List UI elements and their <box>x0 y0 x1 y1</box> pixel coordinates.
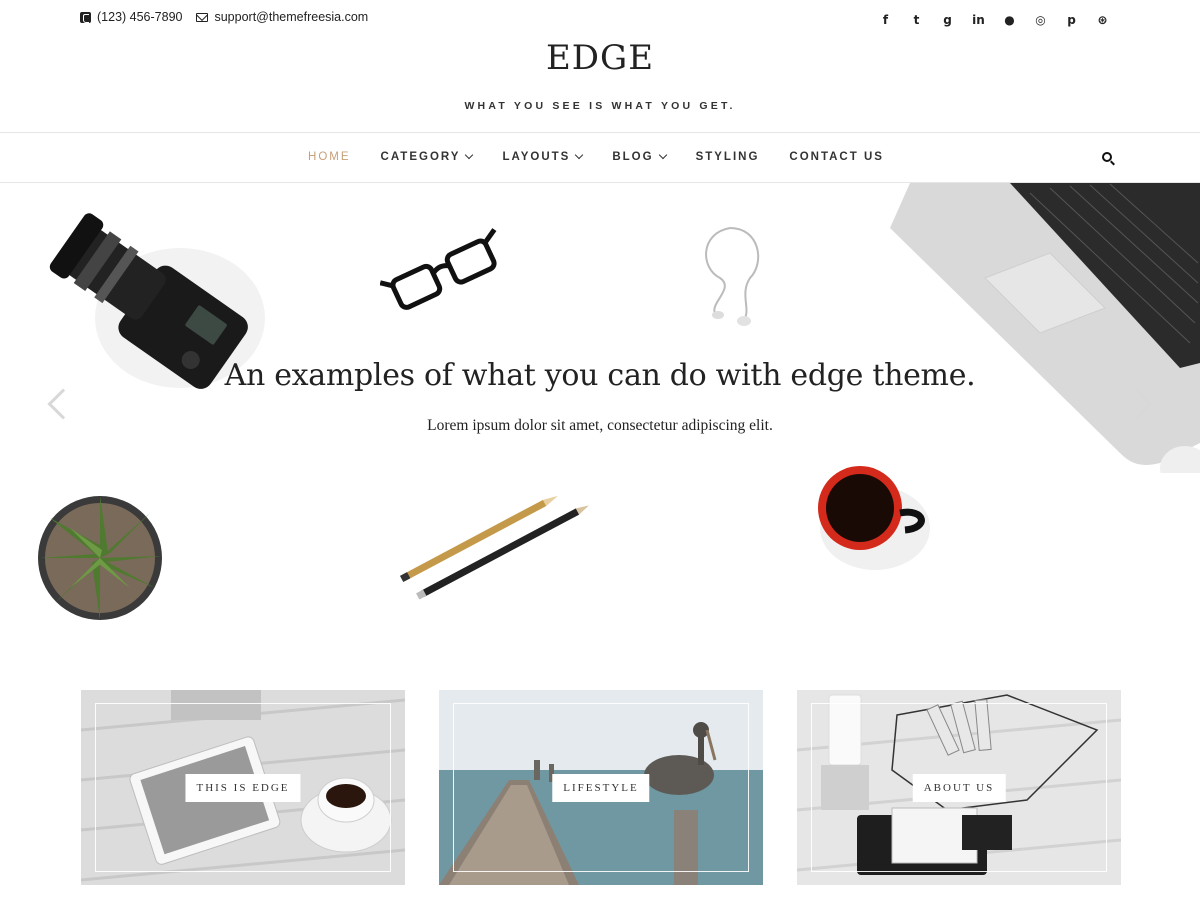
nav-label: BLOG <box>612 151 654 163</box>
feature-label: THIS IS EDGE <box>185 774 301 802</box>
pinterest-icon[interactable]: p <box>1056 13 1087 27</box>
feature-box-about-us[interactable]: ABOUT US <box>797 690 1121 885</box>
feature-label: ABOUT US <box>912 774 1006 802</box>
feature-label: LIFESTYLE <box>552 774 650 802</box>
nav-label: CONTACT US <box>789 151 884 163</box>
nav-item-styling[interactable]: STYLING <box>696 151 760 163</box>
instagram-icon[interactable]: ◎ <box>1025 13 1056 27</box>
pencils-image <box>399 495 589 600</box>
nav-item-layouts[interactable]: LAYOUTS <box>502 150 584 163</box>
twitter-icon[interactable]: t <box>901 13 932 27</box>
search-icon[interactable] <box>1102 152 1112 162</box>
feature-box-lifestyle[interactable]: LIFESTYLE <box>439 690 763 885</box>
flickr-icon[interactable]: ● <box>994 13 1025 27</box>
earphones-image <box>705 227 760 326</box>
google-plus-icon[interactable]: g <box>932 13 963 27</box>
hero-slider: An examples of what you can do with edge… <box>0 183 1200 630</box>
social-links: f t g in ● ◎ p ⊛ <box>870 13 1118 27</box>
plant-image <box>38 496 162 620</box>
phone-contact[interactable]: (123) 456-7890 <box>80 10 182 24</box>
contact-info: (123) 456-7890 support@themefreesia.com <box>80 10 368 24</box>
feature-box-this-is-edge[interactable]: THIS IS EDGE <box>81 690 405 885</box>
nav-label: STYLING <box>695 151 760 163</box>
site-tagline: WHAT YOU SEE IS WHAT YOU GET. <box>464 100 736 112</box>
phone-icon <box>80 11 91 23</box>
nav-item-contact-us[interactable]: CONTACT US <box>789 151 884 163</box>
chevron-down-icon <box>658 150 667 160</box>
slider-subtitle: Lorem ipsum dolor sit amet, consectetur … <box>427 417 773 434</box>
email-contact[interactable]: support@themefreesia.com <box>196 10 368 24</box>
dribbble-icon[interactable]: ⊛ <box>1087 13 1118 27</box>
phone-number: (123) 456-7890 <box>97 10 183 24</box>
linkedin-icon[interactable]: in <box>963 13 994 27</box>
main-navigation: HOME CATEGORY LAYOUTS BLOG STYLING CONTA… <box>0 132 1200 183</box>
slider-title: An examples of what you can do with edge… <box>224 358 976 393</box>
nav-item-home[interactable]: HOME <box>308 151 351 163</box>
coffee-cup-image <box>818 466 930 570</box>
facebook-icon[interactable]: f <box>870 13 901 27</box>
top-bar: (123) 456-7890 support@themefreesia.com … <box>0 0 1200 36</box>
chevron-down-icon <box>465 150 474 160</box>
nav-label: HOME <box>308 151 351 163</box>
glasses-image <box>380 228 497 310</box>
chevron-down-icon <box>575 150 584 160</box>
email-address: support@themefreesia.com <box>214 10 369 24</box>
nav-label: CATEGORY <box>380 151 461 163</box>
nav-label: LAYOUTS <box>502 151 571 163</box>
nav-item-category[interactable]: CATEGORY <box>380 150 474 163</box>
email-icon <box>196 12 209 22</box>
nav-item-blog[interactable]: BLOG <box>612 150 667 163</box>
site-branding: EDGE WHAT YOU SEE IS WHAT YOU GET. <box>0 38 1200 112</box>
feature-boxes: THIS IS EDGE LIFESTYLE ABOUT US <box>81 690 1121 885</box>
site-title[interactable]: EDGE <box>0 38 1200 78</box>
